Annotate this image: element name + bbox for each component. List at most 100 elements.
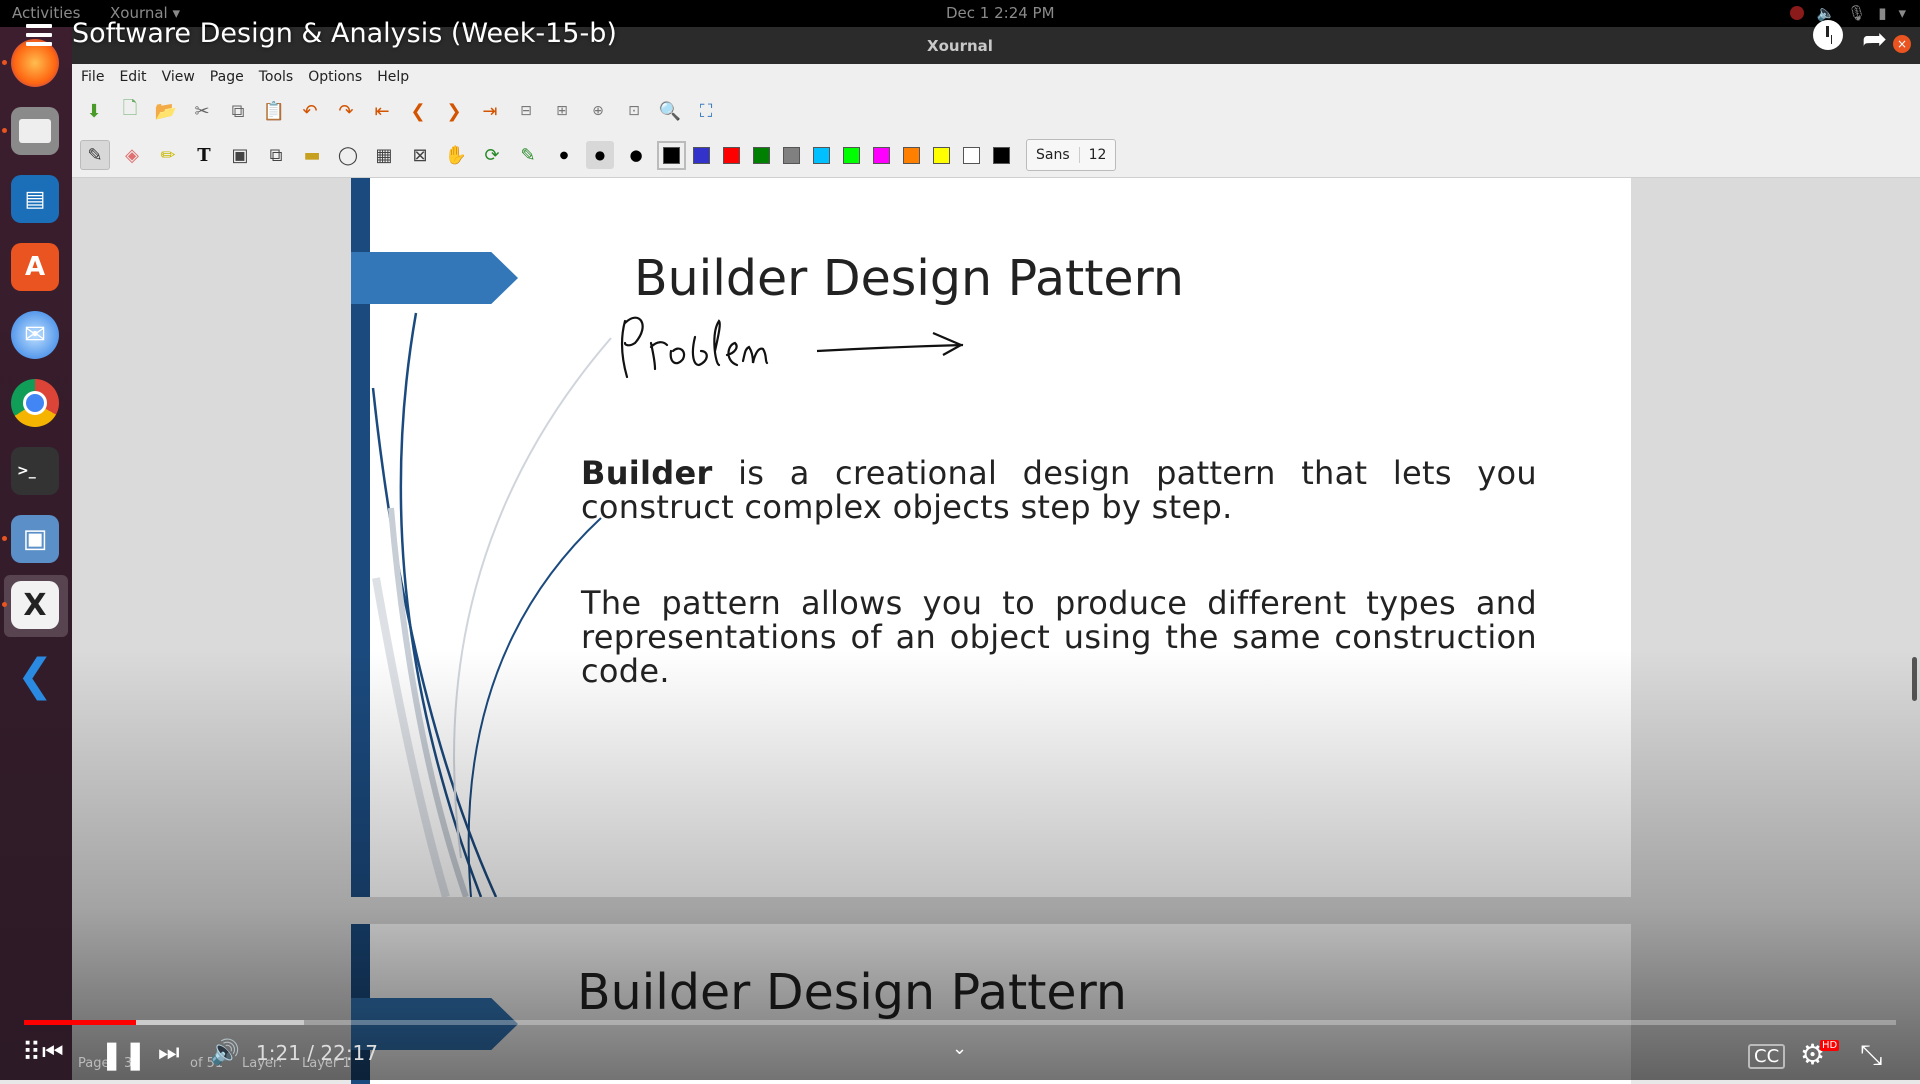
redo-icon[interactable]: ↷ (332, 97, 360, 125)
previous-page-icon[interactable]: ❮ (404, 97, 432, 125)
paste-icon[interactable]: 📋 (260, 97, 288, 125)
xournal-icon[interactable]: X (11, 581, 59, 629)
libreoffice-writer-icon[interactable]: ▤ (11, 175, 59, 223)
cut-icon[interactable]: ✂ (188, 97, 216, 125)
captions-icon[interactable]: CC (1748, 1044, 1786, 1069)
color-swatch[interactable] (963, 146, 980, 164)
highlighter-icon[interactable]: ✏ (154, 141, 182, 169)
video-controls: ⠿ ⏮ ❚❚ ⏭ 🔊 1:21 / 22:17 ⌄ CC ⚙ HD ⤡ (0, 1030, 1920, 1080)
paragraph-builder-purpose: The pattern allows you to produce differ… (581, 584, 1537, 690)
main-toolbar: ⬇ 🗋 📂 ✂ ⧉ 📋 ↶ ↷ ⇤ ❮ ❯ ⇥ ⊟ ⊞ ⊕ ⊡ 🔍 ⛶ (72, 89, 1920, 133)
default-eraser-icon[interactable]: ✎ (514, 141, 542, 169)
font-selector[interactable]: Sans 12 (1026, 139, 1117, 171)
activities-button[interactable]: Activities (12, 4, 80, 22)
menu-tools[interactable]: Tools (259, 69, 294, 85)
running-indicator (2, 60, 7, 65)
close-icon[interactable]: × (1893, 35, 1911, 53)
hand-tool-icon[interactable]: ✋ (442, 141, 470, 169)
zoom-fit-icon[interactable]: ⊞ (548, 97, 576, 125)
previous-video-icon[interactable]: ⏮ (42, 1038, 64, 1066)
color-swatch[interactable] (993, 146, 1010, 164)
thick-stroke-icon[interactable]: ● (622, 141, 650, 169)
zoom-out-icon[interactable]: ⊟ (512, 97, 540, 125)
zoom-width-icon[interactable]: ⊡ (620, 97, 648, 125)
screen-recorder-icon[interactable]: ▣ (11, 515, 59, 563)
builder-keyword: Builder (581, 454, 713, 492)
color-swatch[interactable] (903, 146, 920, 164)
menu-page[interactable]: Page (210, 69, 244, 85)
page-30[interactable]: Builder Design Pattern Builder is a crea… (351, 178, 1631, 897)
running-indicator (2, 602, 7, 607)
next-video-icon[interactable]: ⏭ (158, 1038, 180, 1066)
definition-text: is a creational design pattern that lets… (581, 454, 1537, 526)
chevron-down-icon: ▾ (1898, 4, 1906, 22)
slide-title: Builder Design Pattern (577, 964, 1127, 1021)
thin-stroke-icon[interactable]: ● (550, 141, 578, 169)
menu-file[interactable]: File (81, 69, 104, 85)
save-icon[interactable]: ⬇ (80, 97, 108, 125)
color-swatch[interactable] (873, 146, 890, 164)
undo-icon[interactable]: ↶ (296, 97, 324, 125)
new-icon[interactable]: 🗋 (116, 97, 144, 125)
files-icon[interactable] (11, 107, 59, 155)
vertical-space-icon[interactable]: ⊠ (406, 141, 434, 169)
watch-later-icon[interactable] (1813, 20, 1843, 50)
image-tool-icon[interactable]: ▣ (226, 141, 254, 169)
default-pen-icon[interactable]: ⟳ (478, 141, 506, 169)
eraser-icon[interactable]: ◈ (118, 141, 146, 169)
fullscreen-icon[interactable]: ⛶ (692, 97, 720, 125)
slide-curves-decoration (371, 312, 612, 897)
vertical-scrollbar[interactable] (1912, 657, 1917, 701)
copy-icon[interactable]: ⧉ (224, 97, 252, 125)
color-swatch[interactable] (813, 146, 830, 164)
thunderbird-icon[interactable]: ✉ (11, 311, 59, 359)
pen-icon[interactable]: ✎ (80, 140, 110, 170)
chevron-down-icon[interactable]: ⌄ (952, 1038, 967, 1059)
open-icon[interactable]: 📂 (152, 97, 180, 125)
video-title[interactable]: Software Design & Analysis (Week-15-b) (72, 18, 617, 49)
menu-edit[interactable]: Edit (119, 69, 146, 85)
terminal-icon[interactable]: >_ (11, 447, 59, 495)
video-progress-bar[interactable] (24, 1020, 1896, 1025)
color-swatch[interactable] (843, 146, 860, 164)
lasso-icon[interactable]: ◯ (334, 141, 362, 169)
next-page-icon[interactable]: ❯ (440, 97, 468, 125)
color-swatch[interactable] (753, 146, 770, 164)
color-swatch[interactable] (783, 146, 800, 164)
document-canvas[interactable]: Builder Design Pattern Builder is a crea… (72, 178, 1920, 1084)
color-swatch[interactable] (657, 140, 686, 170)
exit-fullscreen-icon[interactable]: ⤡ (1860, 1038, 1882, 1072)
shape-recognizer-icon[interactable]: ⧉ (262, 141, 290, 169)
chrome-icon[interactable] (11, 379, 59, 427)
vscode-icon[interactable]: ❮ (11, 650, 59, 701)
clock[interactable]: Dec 1 2:24 PM (946, 4, 1055, 22)
volume-icon[interactable]: 🔊 (210, 1038, 240, 1066)
zoom-in-icon[interactable]: ⊕ (584, 97, 612, 125)
played-bar (24, 1020, 137, 1025)
first-page-icon[interactable]: ⇤ (368, 97, 396, 125)
medium-stroke-icon[interactable]: ● (586, 141, 614, 169)
tools-toolbar: ✎ ◈ ✏ T ▣ ⧉ ▬ ◯ ▦ ⊠ ✋ ⟳ ✎ ● ● ● Sans 12 (72, 133, 1920, 178)
battery-icon: ▮ (1878, 4, 1887, 22)
menu-bar: File Edit View Page Tools Options Help (72, 64, 1920, 89)
color-swatch[interactable] (693, 146, 710, 164)
menu-view[interactable]: View (162, 69, 195, 85)
search-icon[interactable]: 🔍 (656, 97, 684, 125)
ruler-icon[interactable]: ▬ (298, 141, 326, 169)
rect-select-icon[interactable]: ▦ (370, 141, 398, 169)
text-tool-icon[interactable]: T (190, 141, 218, 169)
software-center-icon[interactable]: A (11, 243, 59, 291)
menu-help[interactable]: Help (377, 69, 409, 85)
dock: ▤ A ✉ >_ ▣ X ❮ (0, 27, 72, 1080)
apps-grid-icon[interactable]: ⠿ (22, 1038, 41, 1068)
pause-icon[interactable]: ❚❚ (100, 1038, 147, 1071)
running-indicator (2, 128, 7, 133)
slide-title: Builder Design Pattern (634, 250, 1184, 307)
color-swatch[interactable] (723, 146, 740, 164)
system-tray[interactable]: 🔈 🎙 ▮ ▾ (1790, 4, 1906, 22)
share-icon[interactable]: ➦ (1862, 22, 1887, 57)
menu-options[interactable]: Options (308, 69, 362, 85)
last-page-icon[interactable]: ⇥ (476, 97, 504, 125)
color-swatch[interactable] (933, 146, 950, 164)
hamburger-menu-icon[interactable] (26, 24, 52, 51)
